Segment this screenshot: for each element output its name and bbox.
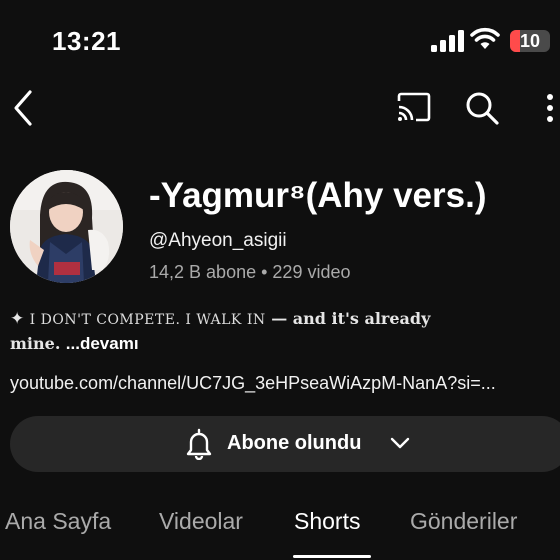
battery-indicator: 10 <box>510 30 550 52</box>
tab-ana-sayfa[interactable]: Ana Sayfa <box>5 508 111 535</box>
sparkle-icon: ✦ <box>10 309 25 329</box>
back-icon[interactable] <box>8 86 38 130</box>
stats-separator: • <box>256 262 273 282</box>
description-smallcaps: I DON'T COMPETE. I WALK IN <box>29 312 266 328</box>
bell-icon <box>186 428 212 460</box>
tab-videolar[interactable]: Videolar <box>159 508 243 535</box>
subscriber-count: 14,2 B abone <box>149 262 257 282</box>
battery-percent: 10 <box>519 31 541 51</box>
active-tab-indicator <box>293 555 371 558</box>
tab-gonderiler[interactable]: Gönderiler <box>410 508 517 535</box>
channel-avatar[interactable] <box>10 170 123 283</box>
channel-description[interactable]: ✦ I DON'T COMPETE. I WALK IN — and it's … <box>10 307 550 356</box>
description-line-1: ✦ I DON'T COMPETE. I WALK IN — and it's … <box>10 307 550 332</box>
description-text: — and it's already <box>265 309 431 328</box>
tab-shorts[interactable]: Shorts <box>294 508 360 535</box>
status-time: 13:21 <box>52 26 121 56</box>
video-count: 229 video <box>272 262 351 282</box>
description-line-2: mine. ...devamı <box>10 332 550 356</box>
search-icon[interactable] <box>464 90 500 126</box>
wifi-icon <box>470 27 500 49</box>
chevron-down-icon <box>390 437 410 449</box>
more-vertical-icon[interactable] <box>542 90 558 126</box>
status-bar: 13:21 10 <box>0 0 560 80</box>
cast-icon[interactable] <box>396 92 432 122</box>
channel-stats: 14,2 B abone • 229 video <box>149 262 351 283</box>
channel-tabs: Ana Sayfa Videolar Shorts Gönderiler <box>0 500 560 560</box>
channel-link[interactable]: youtube.com/channel/UC7JG_3eHPseaWiAzpM-… <box>10 373 496 394</box>
subscribed-button[interactable]: Abone olundu <box>10 416 560 472</box>
subscribe-label: Abone olundu <box>227 432 362 454</box>
description-text-2: mine. <box>10 334 61 353</box>
channel-handle: @Ahyeon_asigii <box>149 230 287 251</box>
signal-icon <box>431 30 464 52</box>
description-more-link[interactable]: ...devamı <box>66 334 139 353</box>
top-app-bar <box>0 80 560 140</box>
channel-name: -Yagmur⁸(Ahy vers.) <box>149 176 487 215</box>
avatar-image <box>10 170 123 283</box>
